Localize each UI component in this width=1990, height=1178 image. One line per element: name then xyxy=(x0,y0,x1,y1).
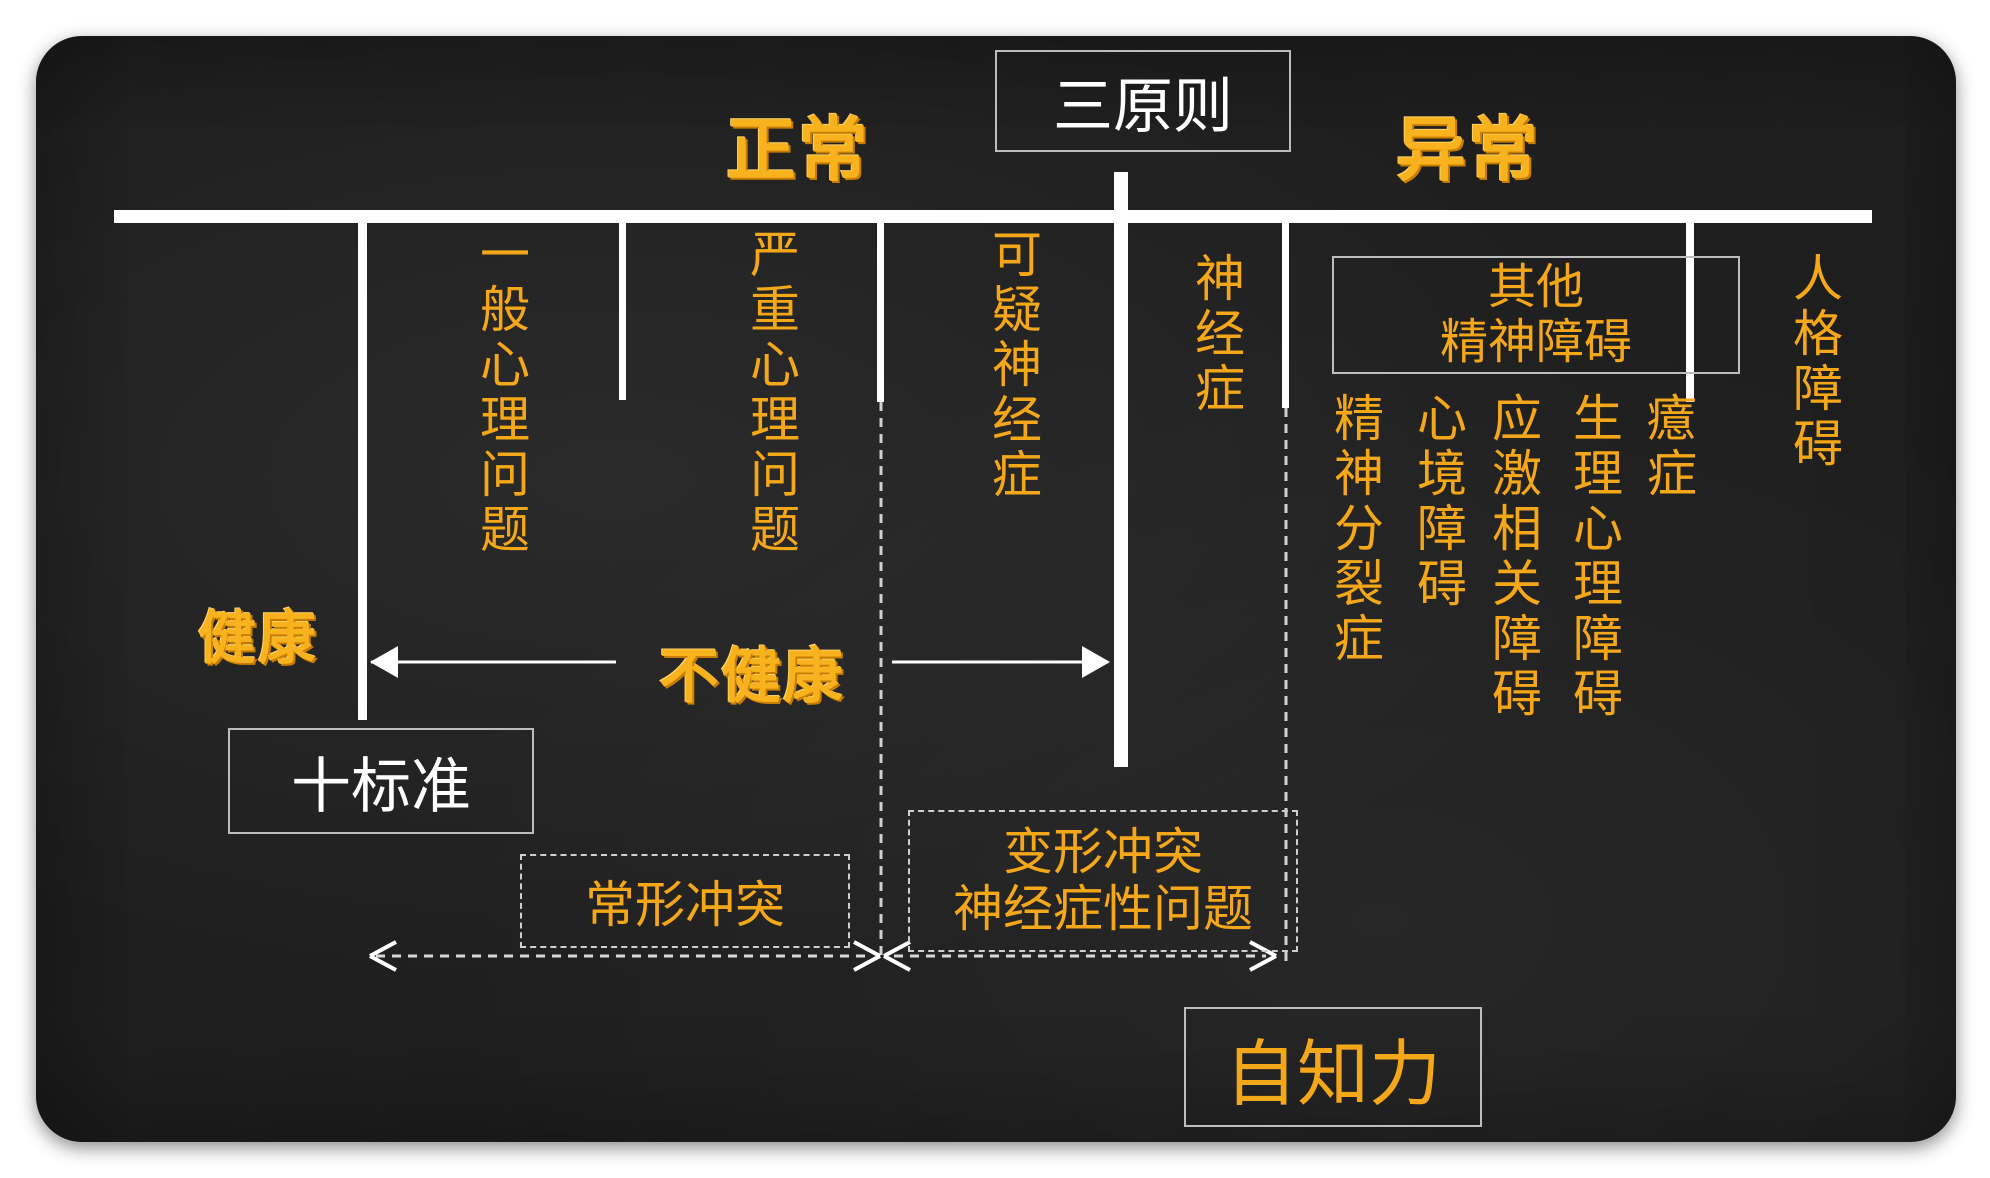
deformed-conflict-box: 变形冲突 神经症性问题 xyxy=(908,810,1298,952)
other-disorders-line1: 其他 xyxy=(1487,258,1584,315)
label-physio-disorder: 生理心理障碍 xyxy=(1573,390,1623,723)
label-neurosis: 神经症 xyxy=(1195,250,1245,418)
center-divider xyxy=(1114,172,1128,767)
three-principles-text: 三原则 xyxy=(1053,71,1233,142)
health-boundary-line xyxy=(358,222,367,720)
diagram-lines xyxy=(114,172,1872,972)
label-mood-disorder: 心境障碍 xyxy=(1417,390,1467,613)
label-schizophrenia: 精神分裂症 xyxy=(1334,390,1384,668)
three-principles-box: 三原则 xyxy=(995,50,1291,152)
other-disorders-line2: 精神障碍 xyxy=(1439,314,1632,370)
deformed-conflict-line1: 变形冲突 xyxy=(1003,822,1203,881)
divider-1 xyxy=(619,222,626,400)
main-axis xyxy=(114,210,1872,223)
divider-2 xyxy=(877,222,884,402)
normal-label: 正常 xyxy=(726,108,870,191)
label-hysteria: 癔症 xyxy=(1647,390,1697,503)
normal-conflict-text: 常形冲突 xyxy=(585,876,785,934)
normal-conflict-box: 常形冲突 xyxy=(520,854,850,948)
label-general-psych: 一般心理问题 xyxy=(480,226,530,559)
label-stress-disorder: 应激相关障碍 xyxy=(1492,390,1542,723)
divider-3 xyxy=(1282,222,1289,408)
chalkboard: 三原则 正常 异常 一般心理问题 严重心理问题 可疑神经症 神经症 人格障碍 其… xyxy=(36,36,1956,1142)
unhealthy-label: 不健康 xyxy=(659,642,845,712)
other-disorders-box: 其他 精神障碍 xyxy=(1332,256,1740,374)
deformed-conflict-line2: 神经症性问题 xyxy=(953,880,1253,938)
label-serious-psych: 严重心理问题 xyxy=(750,226,800,559)
ten-standards-box: 十标准 xyxy=(228,728,534,834)
abnormal-label: 异常 xyxy=(1396,108,1540,191)
label-personality-disorder: 人格障碍 xyxy=(1793,250,1843,473)
label-suspected-neurosis: 可疑神经症 xyxy=(992,226,1042,504)
ten-standards-text: 十标准 xyxy=(291,751,471,822)
health-label: 健康 xyxy=(198,604,319,672)
self-awareness-box: 自知力 xyxy=(1184,1007,1482,1127)
self-awareness-text: 自知力 xyxy=(1224,1031,1441,1116)
